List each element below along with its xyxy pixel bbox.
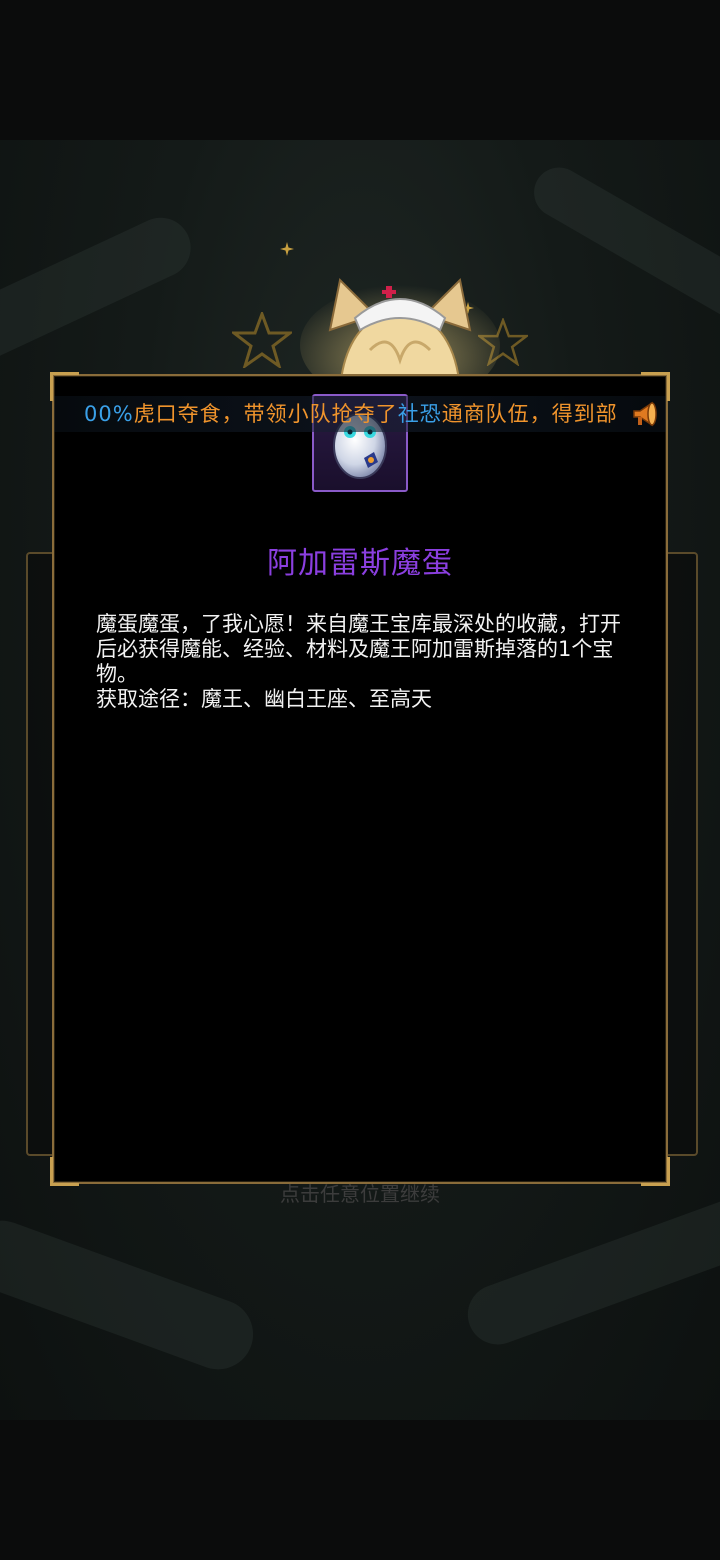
- item-source: 获取途径：魔王、幽白王座、至高天: [96, 687, 432, 711]
- star-decoration-icon: [232, 312, 292, 368]
- top-letterbox: [0, 0, 720, 140]
- bottom-letterbox: [0, 1420, 720, 1560]
- megaphone-icon[interactable]: [630, 398, 662, 430]
- sparkle-icon: [280, 242, 294, 256]
- frame-corner: [50, 1157, 79, 1186]
- item-detail-popup: 00%虎口夺食，带领小队抢夺了社恐通商队伍，得到部 阿加雷斯魔蛋 魔蛋魔蛋，了我…: [50, 372, 670, 1186]
- frame-corner: [641, 1157, 670, 1186]
- character-portrait: [300, 277, 500, 390]
- item-name: 阿加雷斯魔蛋: [267, 546, 453, 581]
- announcement-text: 00%虎口夺食，带领小队抢夺了社恐通商队伍，得到部: [84, 402, 618, 426]
- scrolling-announcement: 00%虎口夺食，带领小队抢夺了社恐通商队伍，得到部: [54, 396, 666, 432]
- item-description: 魔蛋魔蛋，了我心愿！来自魔王宝库最深处的收藏，打开后必获得魔能、经验、材料及魔王…: [96, 612, 621, 686]
